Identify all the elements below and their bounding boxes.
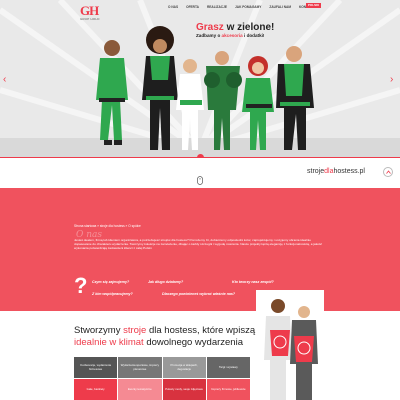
offer-tile[interactable]: Pokazy mody, sesje zdjęciowe [162, 379, 206, 400]
offer-tile[interactable]: Konferencje, wydarzenia biznesowe [74, 357, 118, 378]
nav-item-oferta[interactable]: OFERTA [186, 5, 199, 9]
hostess-photo [256, 290, 324, 400]
faq-link-2[interactable]: Jak długo działamy? [148, 280, 183, 284]
nav-item-o-nas[interactable]: O NAS [168, 5, 178, 9]
faq-link-4[interactable]: Z kim współpracujemy? [92, 292, 133, 296]
offer-tile[interactable]: Imprezy firmowe, jubileusze [206, 379, 250, 400]
slider-prev-icon[interactable]: ‹ [3, 74, 6, 85]
faq-link-1[interactable]: Czym się zajmujemy? [92, 280, 129, 284]
logo[interactable]: GH [80, 4, 100, 18]
domain-name: strojedlahostess.pl [307, 168, 365, 175]
scroll-up-button[interactable] [383, 167, 393, 177]
question-mark-icon: ? [74, 273, 88, 298]
scroll-mouse-icon[interactable] [197, 176, 203, 185]
model-figure [242, 56, 274, 150]
logo-subtitle: GRUP HOLD [80, 17, 100, 21]
model-figure [142, 26, 178, 150]
offer-tile[interactable]: Eventy tematyczne [118, 379, 162, 400]
faq-link-5[interactable]: Dlaczego powinieneś wybrać właśnie nas? [162, 292, 235, 296]
offer-tile[interactable]: Gale, bankiety [74, 379, 118, 400]
about-paragraph: Jesteś dealem, firmą lub klientem organi… [74, 238, 323, 251]
offer-tile[interactable]: Wydarzenia sportowe, imprezy plenerowe [118, 357, 162, 378]
chevron-up-icon [385, 170, 391, 174]
offer-tile[interactable]: Targi i wystawy [206, 357, 250, 378]
nav-item-zaufali-nam[interactable]: ZAUFALI NAM [269, 5, 291, 9]
breadcrumb: Strona startowa » stroje dla hostess » O… [74, 224, 141, 228]
hero-subtitle: Zadbamy o akcesoria i dodatki! [196, 33, 265, 38]
offer-title: Stworzymy stroje dla hostess, które wpis… [74, 325, 270, 336]
model-figure [276, 46, 314, 150]
main-nav: O NAS OFERTA REALIZACJE JAK POMAGAMY ZAU… [168, 4, 314, 9]
nav-item-realizacje[interactable]: REALIZACJE [207, 5, 227, 9]
language-select[interactable]: POLSKI [306, 3, 321, 8]
offer-title-line2: idealnie w klimat dowolnego wydarzenia [74, 337, 243, 348]
model-figure [176, 59, 204, 150]
hero-slider: GH GRUP HOLD O NAS OFERTA REALIZACJE JAK… [0, 0, 400, 158]
offer-grid: Konferencje, wydarzenia biznesowe Wydarz… [74, 357, 250, 400]
hero-title: Grasz w zielone! [196, 22, 275, 33]
offer-tile[interactable]: Promocja w sklepach, degustacje [162, 357, 206, 378]
logo-mark: GH [80, 3, 99, 18]
model-figure [204, 51, 242, 150]
model-figure [96, 40, 128, 145]
slider-next-icon[interactable]: › [390, 74, 393, 85]
nav-item-jak-pomagamy[interactable]: JAK POMAGAMY [235, 5, 261, 9]
faq-link-3[interactable]: Kto tworzy nasz zespół? [232, 280, 274, 284]
